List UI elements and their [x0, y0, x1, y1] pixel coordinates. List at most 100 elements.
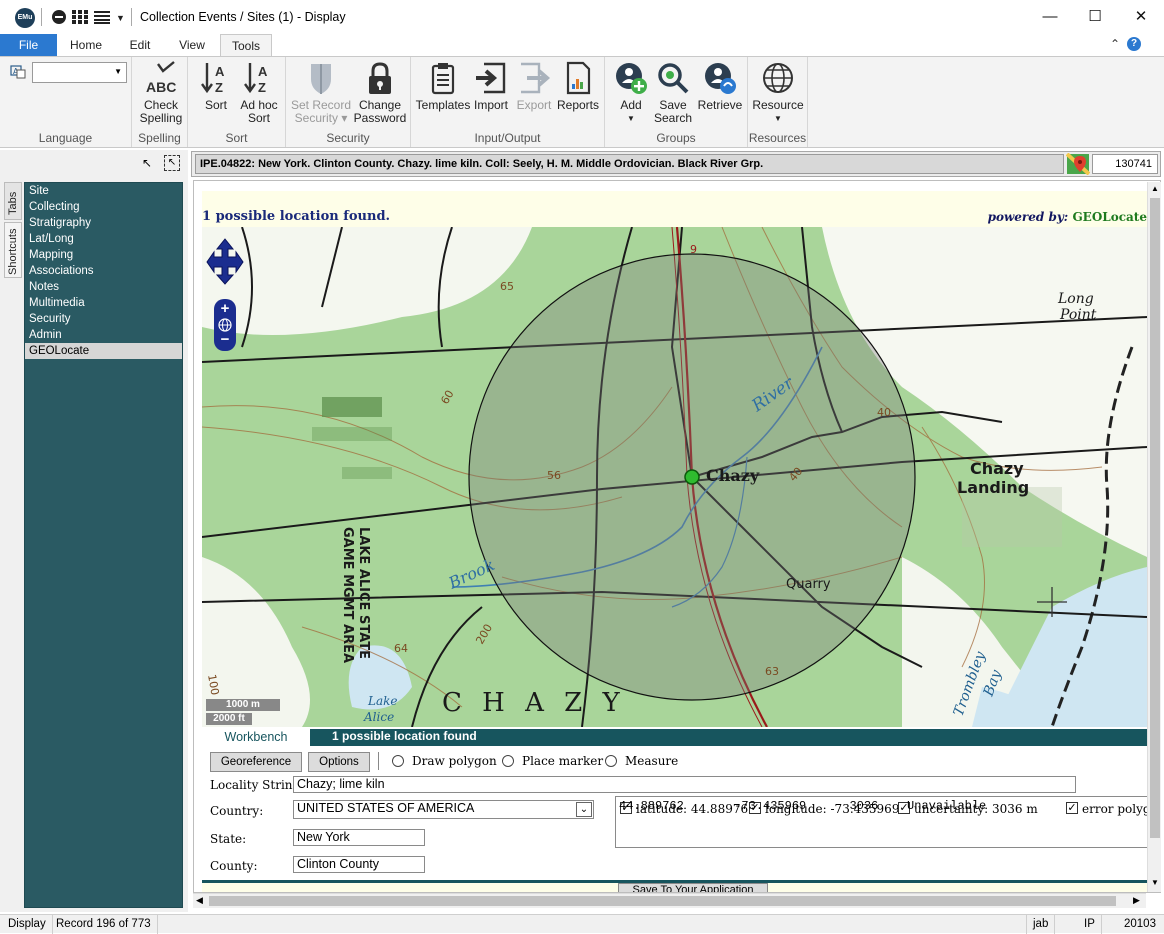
scale-metric: 1000 m — [206, 699, 280, 711]
status-user: jab — [1026, 915, 1056, 934]
nav-item-geolocate[interactable]: GEOLocate — [25, 343, 182, 359]
svg-text:Z: Z — [215, 80, 223, 95]
save-search-button[interactable]: Save Search — [651, 61, 695, 125]
zoom-out-button[interactable]: − — [217, 332, 233, 349]
minimize-button[interactable]: — — [1027, 6, 1073, 28]
group-input-output: Templates Import Export Reports Input/Ou… — [411, 57, 605, 147]
county-input[interactable]: Clinton County — [293, 856, 425, 873]
tab-tools[interactable]: Tools — [220, 34, 272, 56]
language-icon: A — [10, 65, 26, 79]
group-spelling: ABC Check Spelling Spelling — [132, 57, 188, 147]
nav-item-stratigraphy[interactable]: Stratigraphy — [25, 215, 182, 231]
save-to-application-button[interactable]: Save To Your Application — [618, 883, 768, 892]
import-button[interactable]: Import — [469, 61, 513, 112]
tab-workbench[interactable]: Workbench — [202, 729, 310, 746]
horizontal-scroll-thumb[interactable] — [209, 896, 1116, 906]
templates-button[interactable]: Templates — [415, 61, 471, 112]
add-group-button[interactable]: Add ▼ — [611, 61, 651, 125]
set-record-security-button[interactable]: Set Record Security ▾ — [290, 61, 352, 125]
sort-button[interactable]: AZ Sort — [194, 61, 238, 112]
measure-radio[interactable] — [605, 755, 617, 767]
draw-polygon-radio[interactable] — [392, 755, 404, 767]
nav-item-notes[interactable]: Notes — [25, 279, 182, 295]
nav-item-collecting[interactable]: Collecting — [25, 199, 182, 215]
sort-az-icon: AZ — [242, 61, 276, 95]
nav-item-multimedia[interactable]: Multimedia — [25, 295, 182, 311]
zoom-in-button[interactable]: + — [217, 301, 233, 317]
place-marker-label: Place marker — [522, 754, 604, 768]
nav-item-admin[interactable]: Admin — [25, 327, 182, 343]
tab-view[interactable]: View — [167, 34, 217, 56]
language-select[interactable]: ▼ — [32, 62, 127, 83]
list-icon[interactable] — [94, 11, 110, 27]
chevron-down-icon[interactable]: ⌄ — [576, 802, 592, 817]
help-icon[interactable]: ? — [1127, 37, 1141, 51]
import-icon — [474, 61, 508, 95]
tab-edit[interactable]: Edit — [115, 34, 165, 56]
quick-access-dropdown-icon[interactable]: ▼ — [116, 13, 125, 23]
maximize-button[interactable]: ☐ — [1072, 6, 1118, 28]
nav-item-security[interactable]: Security — [25, 311, 182, 327]
scroll-up-icon[interactable]: ▲ — [1151, 184, 1159, 193]
scroll-down-icon[interactable]: ▼ — [1151, 878, 1159, 887]
pointer-icon[interactable]: ↖ — [142, 156, 152, 170]
country-select[interactable]: UNITED STATES OF AMERICA ⌄ — [293, 800, 594, 819]
status-record-position: Record 196 of 773 — [50, 915, 158, 934]
change-password-button[interactable]: Change Password — [352, 61, 408, 125]
state-label: State: — [210, 832, 247, 846]
select-region-icon[interactable]: ↖ — [164, 155, 180, 171]
svg-text:ABC: ABC — [146, 79, 176, 95]
tab-results[interactable]: 1 possible location found — [332, 729, 477, 744]
pan-control[interactable] — [206, 237, 244, 285]
search-icon — [656, 61, 690, 95]
map-label-town: Chazy — [706, 466, 760, 485]
svg-text:A: A — [215, 64, 225, 79]
svg-text:A: A — [258, 64, 268, 79]
record-header: IPE.04822: New York. Clinton County. Cha… — [191, 151, 1161, 177]
reports-button[interactable]: Reports — [555, 61, 601, 112]
vertical-scroll-thumb[interactable] — [1150, 198, 1160, 838]
scroll-left-icon[interactable]: ◀ — [196, 895, 203, 906]
tab-home[interactable]: Home — [60, 34, 112, 56]
nav-item-mapping[interactable]: Mapping — [25, 247, 182, 263]
collapse-ribbon-icon[interactable]: ⌃ — [1110, 37, 1120, 51]
nav-item-latlong[interactable]: Lat/Long — [25, 231, 182, 247]
place-marker-radio[interactable] — [502, 755, 514, 767]
resource-button[interactable]: Resource ▼ — [750, 61, 806, 125]
locality-string-input[interactable]: Chazy; lime kiln — [293, 776, 1076, 793]
group-groups: Add ▼ Save Search Retrieve Groups — [605, 57, 748, 147]
status-port: 20103 — [1124, 918, 1156, 930]
topographic-map[interactable]: Chazy Chazy Landing Long Point River Bro… — [202, 227, 1147, 727]
tab-tabs[interactable]: Tabs — [4, 182, 22, 220]
tab-shortcuts[interactable]: Shortcuts — [4, 222, 22, 278]
group-language: A ▼ Language — [0, 57, 132, 147]
group-label-spelling: Spelling — [138, 131, 181, 145]
scale-imperial: 2000 ft — [206, 713, 252, 725]
powered-by-text: powered by: GEOLocate — [987, 210, 1147, 224]
status-bar: Display Record 196 of 773 jab IP 20103 — [0, 914, 1164, 934]
check-spelling-button[interactable]: ABC Check Spelling — [135, 61, 187, 125]
nav-item-site[interactable]: Site — [25, 183, 182, 199]
adhoc-sort-button[interactable]: AZ Ad hoc Sort — [236, 61, 282, 125]
options-button[interactable]: Options — [308, 752, 370, 772]
minus-circle-icon[interactable] — [51, 9, 67, 28]
map-label-point-2: Point — [1059, 307, 1097, 323]
workbench-tabs: Workbench 1 possible location found — [202, 729, 1147, 746]
results-textbox[interactable]: 44.889762 -73.435969 3036 Unavailable — [615, 796, 1155, 848]
georeference-button[interactable]: Georeference — [210, 752, 302, 772]
scroll-right-icon[interactable]: ▶ — [1133, 895, 1140, 906]
horizontal-scrollbar[interactable]: ◀ ▶ — [193, 893, 1146, 908]
grid-icon[interactable] — [72, 10, 88, 28]
retrieve-button[interactable]: Retrieve — [695, 61, 745, 112]
sort-az-icon: AZ — [199, 61, 233, 95]
vertical-scrollbar[interactable]: ▲ ▼ — [1147, 182, 1161, 892]
tab-file[interactable]: File — [0, 34, 57, 56]
state-input[interactable]: New York — [293, 829, 425, 846]
ribbon-tab-strip: File Home Edit View Tools ⌃ ? — [0, 34, 1164, 56]
export-button[interactable]: Export — [512, 61, 556, 112]
nav-item-associations[interactable]: Associations — [25, 263, 182, 279]
map-pin-icon[interactable] — [1065, 152, 1091, 176]
map-label-lake-2: Alice — [363, 710, 394, 724]
close-button[interactable]: ✕ — [1118, 6, 1164, 28]
status-ip: IP — [1078, 915, 1102, 934]
